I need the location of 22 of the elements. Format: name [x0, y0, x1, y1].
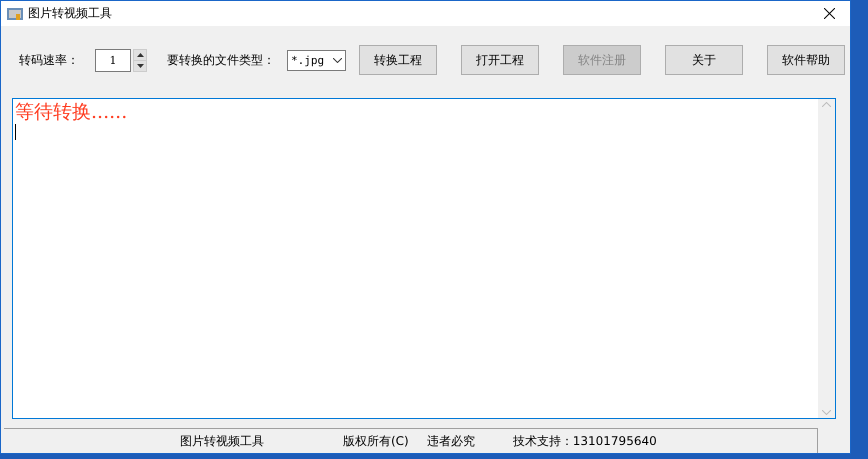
window-title: 图片转视频工具 — [28, 5, 113, 22]
output-area[interactable]: 等待转换...... — [12, 98, 836, 419]
toolbar-button[interactable]: 转换工程 — [359, 45, 437, 75]
rate-field[interactable]: 1 — [95, 48, 131, 72]
chevron-down-icon — [333, 58, 342, 62]
status-text: 技术支持：13101795640 — [512, 432, 657, 450]
rate-label: 转码速率： — [19, 52, 79, 68]
status-text: 违者必究 — [426, 432, 475, 450]
text-caret — [15, 124, 16, 140]
app-icon — [7, 6, 23, 20]
close-icon[interactable] — [824, 8, 834, 19]
status-text: 版权所有(C) — [343, 432, 409, 450]
down-arrow-icon[interactable] — [136, 64, 144, 68]
status-message: 等待转换...... — [15, 100, 128, 124]
up-arrow-icon[interactable] — [136, 52, 144, 56]
toolbar-button[interactable]: 软件帮助 — [767, 45, 845, 75]
toolbar-button[interactable]: 打开工程 — [461, 45, 539, 75]
file-type-dropdown[interactable]: *.jpg — [287, 50, 346, 70]
status-text: 图片转视频工具 — [180, 432, 264, 450]
file-type-label: 要转换的文件类型： — [167, 52, 275, 68]
spin-control[interactable] — [133, 48, 147, 72]
toolbar-button[interactable]: 关于 — [665, 45, 743, 75]
